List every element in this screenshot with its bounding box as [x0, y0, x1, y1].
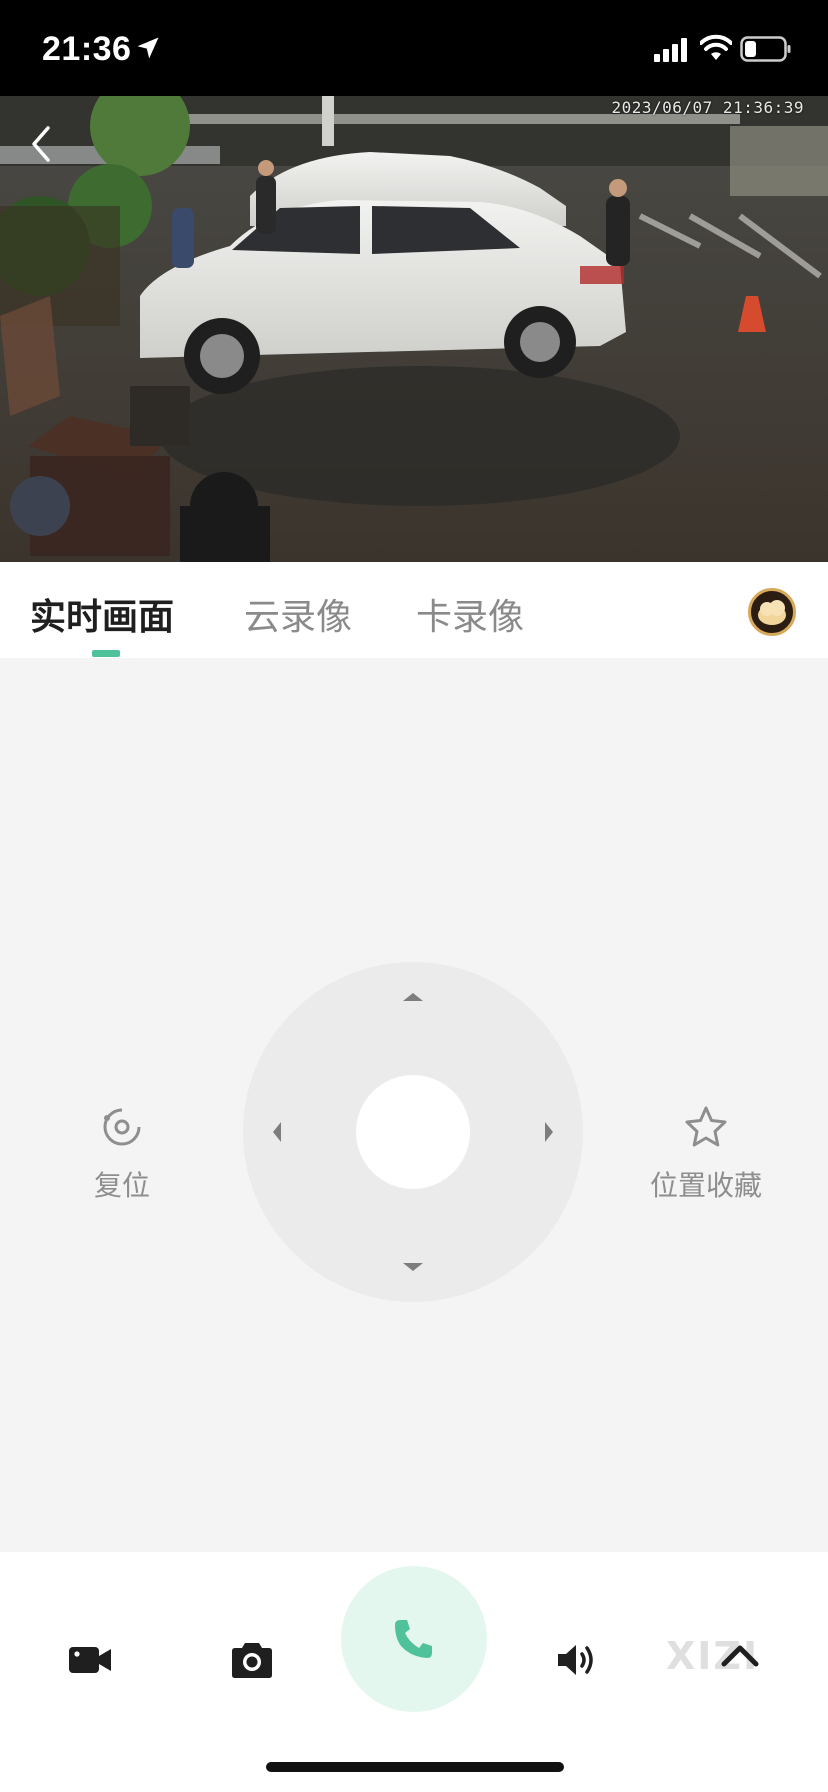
reset-label: 复位: [93, 1169, 150, 1202]
favorite-position-label: 位置收藏: [649, 1169, 762, 1202]
tab-cloud-recording[interactable]: 云录像: [244, 588, 352, 640]
active-tab-indicator: [92, 650, 120, 657]
direction-pad-center[interactable]: [356, 1075, 470, 1189]
tab-card-recording[interactable]: 卡录像: [416, 588, 524, 640]
live-camera-feed[interactable]: 2023/06/07 21:36:39: [0, 96, 828, 562]
location-arrow-icon: [137, 37, 159, 59]
status-time: 21:36: [42, 30, 132, 68]
arrow-left-icon[interactable]: [265, 1120, 289, 1144]
star-icon: [685, 1106, 727, 1147]
camera-snapshot-icon[interactable]: [228, 1636, 276, 1684]
arrow-down-icon[interactable]: [401, 1256, 425, 1280]
tab-live-view[interactable]: 实时画面: [30, 588, 174, 640]
status-bar: 21:36: [0, 0, 828, 96]
arrow-right-icon[interactable]: [537, 1120, 561, 1144]
arrow-up-icon[interactable]: [401, 984, 425, 1008]
cellular-signal-icon: [654, 38, 687, 62]
phone-talk-icon: [395, 1620, 432, 1658]
ptz-control-panel: 复位 位置收藏: [0, 658, 828, 1552]
home-indicator: [266, 1762, 564, 1772]
view-tabs: 实时画面 云录像 卡录像: [0, 562, 828, 658]
wifi-icon: [700, 34, 732, 60]
back-chevron-icon[interactable]: [26, 124, 56, 164]
chevron-up-icon[interactable]: [716, 1632, 764, 1680]
osd-timestamp: 2023/06/07 21:36:39: [611, 98, 804, 117]
video-record-icon[interactable]: [66, 1636, 114, 1684]
speaker-volume-icon[interactable]: [552, 1636, 600, 1684]
reset-button[interactable]: 复位: [42, 1104, 202, 1204]
battery-icon: [740, 36, 791, 62]
direction-pad[interactable]: [243, 962, 583, 1302]
favorite-position-button[interactable]: 位置收藏: [626, 1104, 786, 1204]
reset-icon: [103, 1108, 141, 1146]
avatar[interactable]: [748, 588, 796, 636]
talk-button[interactable]: [341, 1566, 487, 1712]
bottom-toolbar: XIZI: [0, 1552, 828, 1792]
avatar-image: [758, 600, 786, 625]
camera-scene: [0, 96, 828, 562]
